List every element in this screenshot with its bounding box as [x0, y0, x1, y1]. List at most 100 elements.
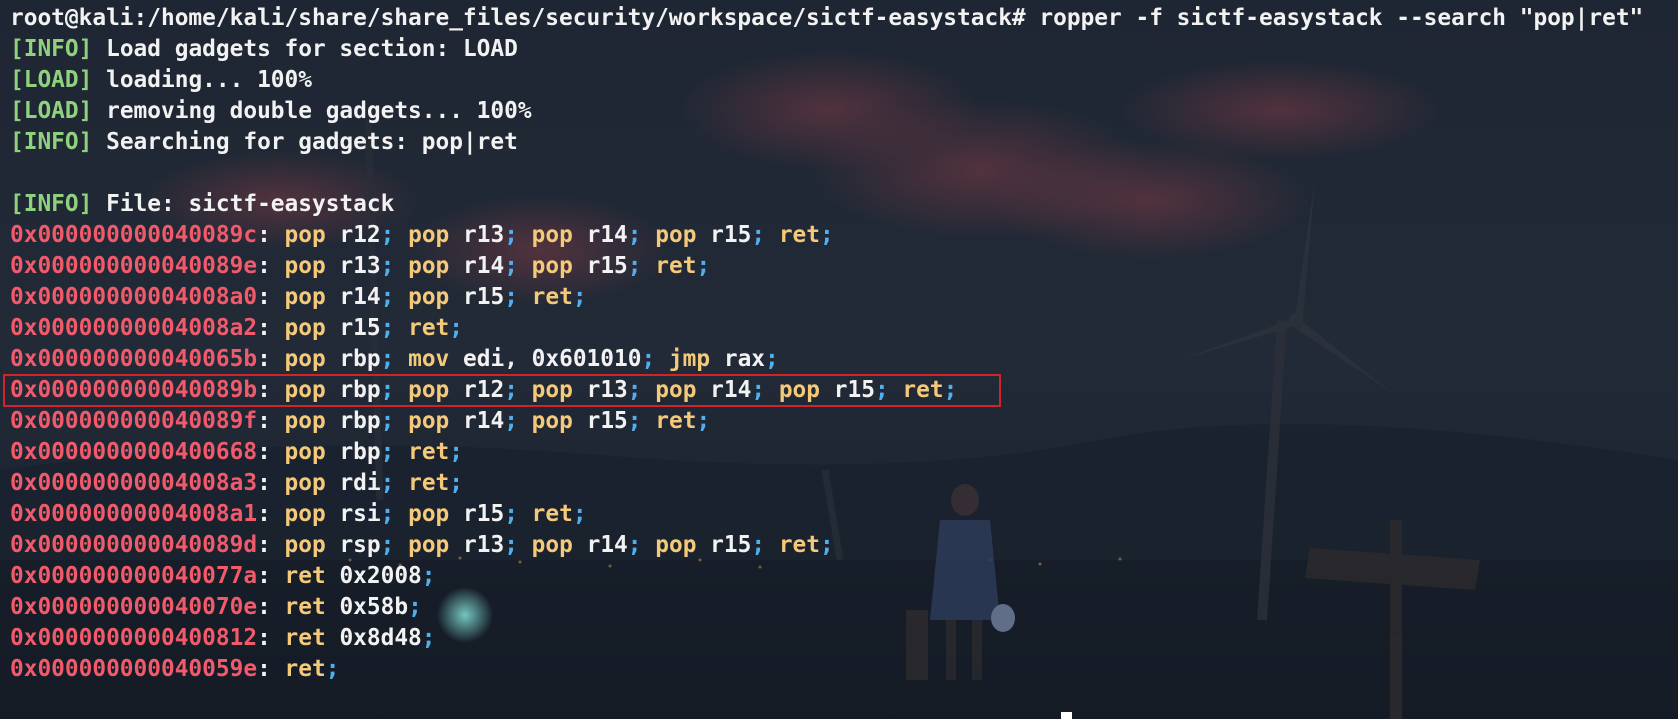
gadget-separator: ;: [380, 222, 395, 248]
gadget-operand: r15: [463, 284, 505, 310]
gadget-separator: ;: [627, 532, 642, 558]
gadget-address: 0x000000000040059e: [10, 656, 258, 682]
gadget-operand: r15: [463, 501, 505, 527]
gadget-operand: rbp: [339, 439, 381, 465]
gadget-mnemonic: pop: [284, 346, 326, 372]
gadget-separator: ;: [765, 346, 779, 372]
gadget-separator: ;: [380, 284, 395, 310]
gadget-operand: r15: [339, 315, 381, 341]
gadget-operand: edi, 0x601010: [463, 346, 642, 372]
gadget-separator: ;: [627, 253, 642, 279]
log-tag: [INFO]: [10, 129, 93, 155]
gadget-line: 0x00000000004008a2: pop r15; ret;: [10, 315, 464, 341]
gadget-line: 0x000000000040059e: ret;: [10, 656, 340, 682]
gadget-mnemonic: pop: [284, 439, 326, 465]
gadget-mnemonic: jmp: [668, 346, 711, 372]
gadget-mnemonic: pop: [655, 222, 697, 248]
gadget-separator: ;: [627, 408, 642, 434]
log-message: File: sictf-easystack: [106, 191, 395, 217]
gadget-mnemonic: pop: [284, 253, 326, 279]
gadget-line: 0x000000000040089f: pop rbp; pop r14; po…: [10, 408, 711, 434]
gadget-separator: ;: [627, 222, 642, 248]
gadget-mnemonic: pop: [284, 315, 326, 341]
gadget-operand: r14: [463, 408, 505, 434]
log-line: [INFO] Searching for gadgets: pop|ret: [10, 127, 1678, 158]
gadget-mnemonic: pop: [531, 532, 573, 558]
gadget-separator: ;: [504, 408, 518, 434]
gadget-separator: ;: [641, 346, 656, 372]
gadget-mnemonic: mov: [408, 346, 450, 372]
gadget-line: 0x00000000004008a1: pop rsi; pop r15; re…: [10, 501, 587, 527]
gadget-mnemonic: pop: [408, 532, 450, 558]
gadget-line: 0x0000000000400668: pop rbp; ret;: [10, 439, 464, 465]
gadget-mnemonic: ret: [655, 408, 697, 434]
gadget-separator: ;: [380, 439, 395, 465]
gadget-operand: r13: [339, 253, 381, 279]
command-line: root@kali:/home/kali/share/share_files/s…: [10, 3, 1678, 34]
log-tag: [INFO]: [10, 36, 93, 62]
gadget-separator: ;: [408, 594, 422, 620]
gadget-mnemonic: pop: [284, 222, 326, 248]
gadget-operand: r13: [463, 222, 505, 248]
gadget-separator: ;: [380, 253, 395, 279]
gadget-mnemonic: pop: [531, 222, 573, 248]
gadget-line: 0x00000000004008a3: pop rdi; ret;: [10, 470, 464, 496]
gadget-line: 0x000000000040077a: ret 0x2008;: [10, 563, 436, 589]
gadget-mnemonic: ret: [284, 563, 326, 589]
gadget-mnemonic: ret: [408, 470, 450, 496]
gadget-mnemonic: pop: [284, 408, 326, 434]
gadget-operand: rsp: [339, 532, 381, 558]
gadget-address: 0x000000000040089c: [10, 222, 258, 248]
gadget-mnemonic: pop: [408, 253, 450, 279]
gadget-operand: r14: [339, 284, 381, 310]
gadget-operand: r13: [463, 532, 505, 558]
terminal-output: root@kali:/home/kali/share/share_files/s…: [10, 3, 1678, 685]
gadget-separator: ;: [696, 253, 711, 279]
gadget-operand: r14: [586, 532, 628, 558]
gadget-separator: ;: [380, 501, 395, 527]
gadget-mnemonic: pop: [408, 284, 450, 310]
gadget-separator: ;: [421, 625, 436, 651]
gadget-line: 0x000000000040089d: pop rsp; pop r13; po…: [10, 532, 834, 558]
gadget-operand: 0x2008: [339, 563, 422, 589]
gadget-separator: ;: [696, 408, 711, 434]
gadget-operand: 0x58b: [339, 594, 409, 620]
log-line: [INFO] Load gadgets for section: LOAD: [10, 34, 1678, 65]
log-message: removing double gadgets... 100%: [106, 98, 532, 124]
gadget-mnemonic: ret: [778, 222, 821, 248]
gadget-mnemonic: ret: [284, 625, 326, 651]
gadget-address: 0x00000000004008a3: [10, 470, 258, 496]
log-message: Searching for gadgets: pop|ret: [106, 129, 518, 155]
log-message: loading... 100%: [106, 67, 312, 93]
gadget-address: 0x000000000040089d: [10, 532, 258, 558]
gadget-line: 0x000000000040089e: pop r13; pop r14; po…: [10, 253, 711, 279]
gadget-mnemonic: pop: [531, 253, 573, 279]
gadget-separator: ;: [504, 532, 518, 558]
highlight-box: [3, 374, 1001, 407]
gadget-mnemonic: pop: [408, 408, 450, 434]
gadget-mnemonic: ret: [284, 594, 326, 620]
log-message: Load gadgets for section: LOAD: [106, 36, 518, 62]
gadget-mnemonic: ret: [531, 501, 573, 527]
gadget-operand: 0x8d48: [339, 625, 422, 651]
gadget-separator: ;: [572, 501, 587, 527]
gadget-separator: ;: [449, 439, 464, 465]
gadget-operand: rsi: [339, 501, 381, 527]
gadget-operand: r12: [339, 222, 381, 248]
gadget-mnemonic: ret: [655, 253, 697, 279]
gadget-address: 0x00000000004008a1: [10, 501, 258, 527]
gadget-separator: ;: [380, 532, 395, 558]
gadget-separator: ;: [325, 656, 340, 682]
gadget-operand: rbp: [339, 346, 381, 372]
gadget-mnemonic: pop: [655, 532, 697, 558]
gadget-mnemonic: ret: [408, 315, 450, 341]
gadget-operand: rdi: [339, 470, 381, 496]
gadget-separator: ;: [820, 222, 834, 248]
gadget-separator: ;: [572, 284, 587, 310]
gadget-mnemonic: pop: [284, 470, 326, 496]
gadget-operand: r14: [463, 253, 505, 279]
gadget-separator: ;: [449, 470, 464, 496]
gadget-separator: ;: [751, 532, 766, 558]
log-tag: [LOAD]: [10, 98, 93, 124]
